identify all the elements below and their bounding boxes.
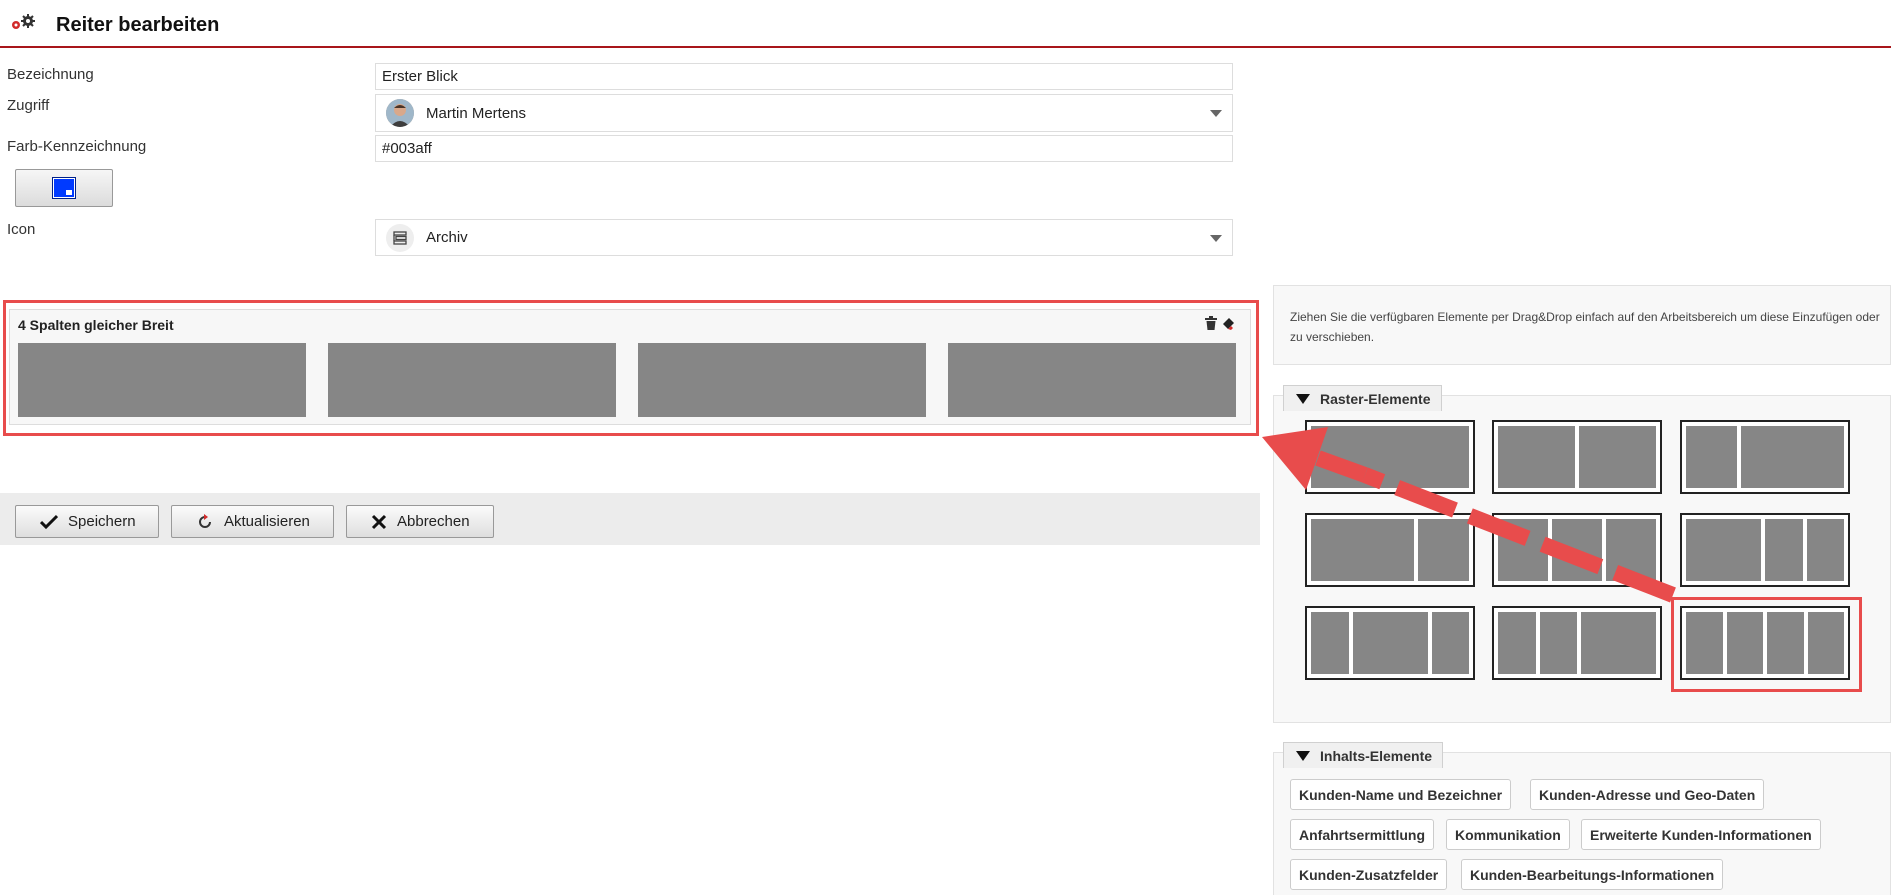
gears-icon (12, 14, 35, 29)
farb-value: #003aff (382, 140, 432, 157)
refresh-button[interactable]: Aktualisieren (171, 505, 334, 538)
content-elements-title: Inhalts-Elemente (1320, 747, 1433, 764)
grid-column[interactable] (18, 343, 306, 417)
chevron-down-icon (1210, 234, 1222, 242)
content-element-chip[interactable]: Kunden-Bearbeitungs-Informationen (1461, 859, 1724, 890)
color-picker-button[interactable] (15, 169, 113, 207)
save-button-label: Speichern (68, 513, 136, 530)
color-swatch-icon (52, 177, 76, 199)
refresh-icon (199, 513, 211, 528)
info-text: Ziehen Sie die verfügbaren Elemente per … (1290, 310, 1880, 344)
icon-select[interactable]: Archiv (375, 219, 1233, 256)
bezeichnung-value: Erster Blick (382, 68, 458, 85)
grid-row-title: 4 Spalten gleicher Breit (18, 317, 174, 333)
content-element-chip[interactable]: Kunden-Name und Bezeichner (1290, 779, 1512, 810)
page-header (0, 0, 1891, 48)
eraser-icon[interactable] (1222, 316, 1236, 330)
farb-label: Farb-Kennzeichnung (7, 138, 147, 155)
grid-column[interactable] (948, 343, 1236, 417)
content-element-chip[interactable]: Anfahrtsermittlung (1290, 819, 1434, 850)
content-elements-toggle[interactable]: Inhalts-Elemente (1283, 742, 1444, 768)
chevron-down-icon (1210, 110, 1222, 117)
zugriff-value: Martin Mertens (426, 104, 527, 122)
grid-tile-2-col[interactable] (1492, 420, 1662, 494)
content-element-chip[interactable]: Kunden-Adresse und Geo-Daten (1530, 779, 1765, 810)
grid-tile-3-col[interactable] (1492, 513, 1662, 587)
cancel-button-label: Abbrechen (397, 513, 470, 530)
refresh-button-label: Aktualisieren (224, 513, 310, 530)
zugriff-label: Zugriff (7, 97, 50, 114)
grid-tile-1-col[interactable] (1305, 420, 1475, 494)
icon-label: Icon (7, 221, 36, 238)
grid-column[interactable] (328, 343, 616, 417)
check-icon (40, 514, 58, 529)
archive-icon (386, 223, 414, 252)
bezeichnung-label: Bezeichnung (7, 66, 94, 83)
selected-tile-highlight (1671, 597, 1862, 692)
grid-tile-1-2-col[interactable] (1680, 420, 1850, 494)
triangle-down-icon (1296, 393, 1310, 404)
raster-elements-toggle[interactable]: Raster-Elemente (1283, 385, 1442, 411)
bezeichnung-input[interactable]: Erster Blick (375, 63, 1233, 90)
zugriff-select[interactable]: Martin Mertens (375, 94, 1233, 132)
trash-icon[interactable] (1205, 316, 1217, 330)
close-icon (371, 514, 387, 529)
grid-column[interactable] (638, 343, 926, 417)
grid-tile-1-2-1-col[interactable] (1305, 606, 1475, 680)
triangle-down-icon (1296, 750, 1310, 761)
content-element-chip[interactable]: Erweiterte Kunden-Informationen (1581, 819, 1821, 850)
content-element-chip[interactable]: Kunden-Zusatzfelder (1290, 859, 1448, 890)
raster-elements-title: Raster-Elemente (1320, 390, 1431, 407)
grid-tile-1-1-2-col[interactable] (1492, 606, 1662, 680)
cancel-button[interactable]: Abbrechen (346, 505, 494, 538)
icon-value: Archiv (426, 229, 468, 246)
page-title: Reiter bearbeiten (56, 14, 220, 36)
farb-input[interactable]: #003aff (375, 135, 1233, 162)
save-button[interactable]: Speichern (15, 505, 159, 538)
content-element-chip[interactable]: Kommunikation (1446, 819, 1570, 850)
grid-tile-2-1-col[interactable] (1305, 513, 1475, 587)
avatar (386, 99, 414, 127)
grid-tile-2-1-1-col[interactable] (1680, 513, 1850, 587)
